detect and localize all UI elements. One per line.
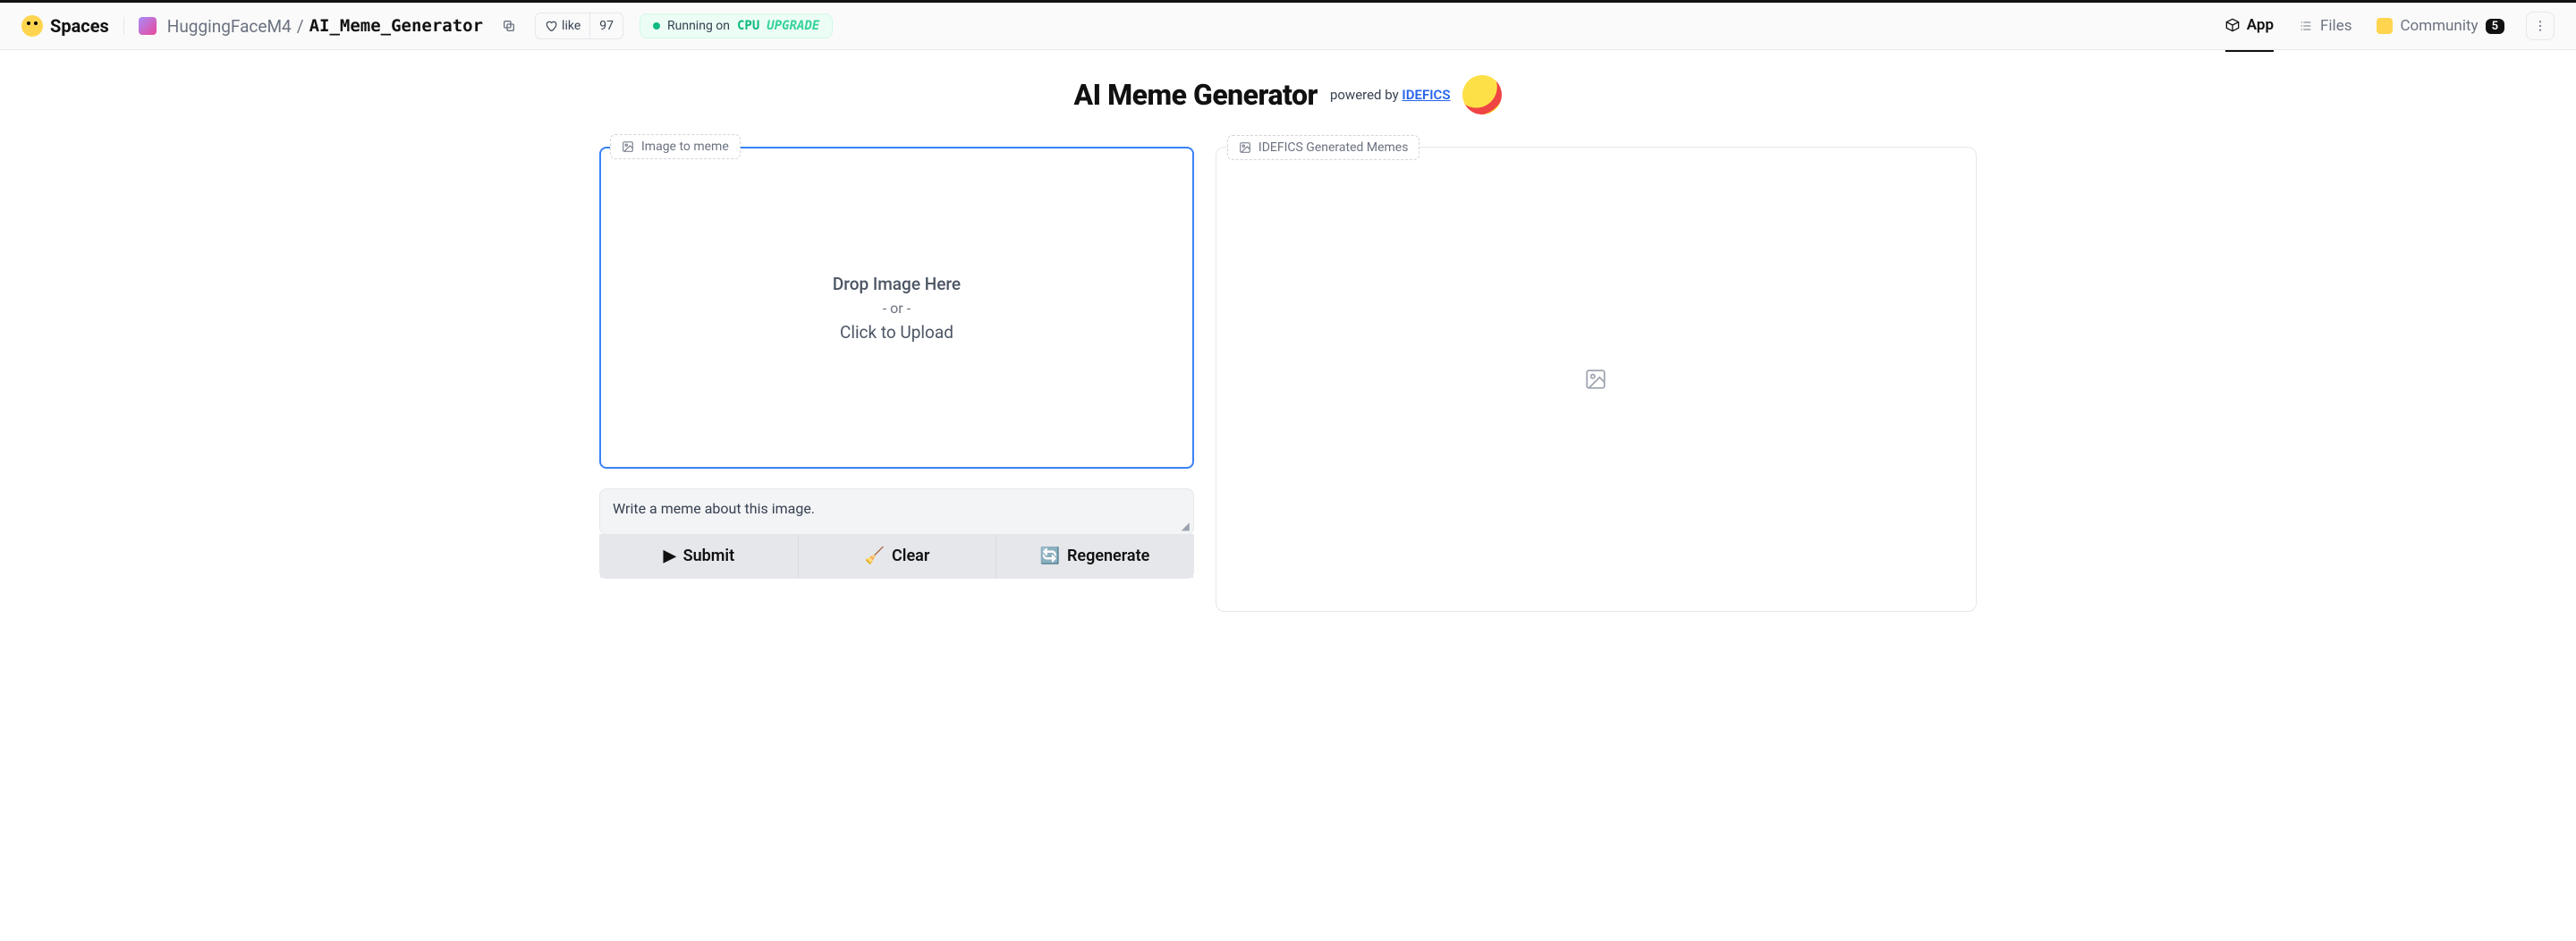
breadcrumb-separator: /	[297, 16, 304, 37]
dropzone-line2: Click to Upload	[833, 322, 961, 343]
output-panel: IDEFICS Generated Memes	[1216, 147, 1977, 612]
dots-vertical-icon	[2533, 19, 2547, 33]
input-panel-label-text: Image to meme	[641, 140, 729, 154]
input-panel: Image to meme Drop Image Here - or - Cli…	[599, 147, 1194, 469]
resize-handle-icon[interactable]: ◢	[1182, 520, 1190, 532]
tab-app-label: App	[2247, 16, 2274, 34]
panels: Image to meme Drop Image Here - or - Cli…	[599, 147, 1977, 612]
dropzone-line1: Drop Image Here	[833, 274, 961, 294]
status-badge[interactable]: Running on CPU UPGRADE	[640, 13, 833, 38]
refresh-icon: 🔄	[1040, 547, 1060, 565]
submit-button[interactable]: ▶ Submit	[600, 534, 798, 578]
heart-icon	[545, 20, 557, 32]
tab-community-label: Community	[2400, 17, 2478, 35]
left-column: Image to meme Drop Image Here - or - Cli…	[599, 147, 1194, 579]
clear-label: Clear	[892, 547, 929, 565]
tab-files-label: Files	[2320, 17, 2351, 35]
tab-community[interactable]: Community 5	[2377, 17, 2504, 51]
play-icon: ▶	[664, 547, 676, 565]
files-icon	[2299, 19, 2313, 33]
hero: AI Meme Generator powered by IDEFICS	[599, 75, 1977, 114]
status-prefix: Running on	[667, 19, 730, 33]
image-dropzone[interactable]: Drop Image Here - or - Click to Upload	[599, 147, 1194, 469]
huggingface-logo-icon	[21, 15, 43, 37]
breadcrumb: HuggingFaceM4 / AI_Meme_Generator	[167, 16, 483, 37]
status-dot-icon	[653, 22, 660, 30]
status-cpu: CPU	[737, 19, 759, 33]
status-upgrade: UPGRADE	[767, 19, 819, 33]
breadcrumb-space-name[interactable]: AI_Meme_Generator	[309, 16, 483, 36]
like-label: like	[562, 19, 580, 33]
more-menu-button[interactable]	[2526, 12, 2555, 40]
like-group: like 97	[535, 13, 623, 39]
like-button[interactable]: like	[536, 13, 589, 38]
breadcrumb-owner[interactable]: HuggingFaceM4	[167, 16, 292, 37]
top-bar: Spaces HuggingFaceM4 / AI_Meme_Generator…	[0, 0, 2576, 50]
tab-app[interactable]: App	[2225, 16, 2274, 52]
output-panel-label-text: IDEFICS Generated Memes	[1258, 140, 1409, 155]
community-icon	[2377, 18, 2393, 34]
clear-button[interactable]: 🧹 Clear	[798, 534, 996, 578]
submit-label: Submit	[683, 547, 735, 565]
broom-icon: 🧹	[865, 547, 885, 565]
dropzone-or: - or -	[833, 300, 961, 317]
prompt-textarea[interactable]: Write a meme about this image. ◢	[599, 488, 1194, 535]
prompt-value: Write a meme about this image.	[613, 500, 815, 517]
spaces-home-link[interactable]: Spaces	[21, 15, 109, 37]
cube-icon	[2225, 18, 2240, 32]
community-count-badge: 5	[2486, 19, 2504, 34]
image-icon	[1239, 141, 1251, 154]
regenerate-label: Regenerate	[1067, 547, 1149, 565]
page-title: AI Meme Generator	[1074, 78, 1318, 112]
owner-avatar-icon[interactable]	[139, 17, 157, 35]
idefics-link[interactable]: IDEFICS	[1402, 87, 1450, 103]
action-button-row: ▶ Submit 🧹 Clear 🔄 Regenerate	[599, 534, 1194, 579]
powered-by-text: powered by	[1330, 87, 1402, 103]
like-count[interactable]: 97	[589, 13, 623, 38]
nav-tabs: App Files Community 5	[2225, 16, 2504, 36]
copy-name-button[interactable]	[499, 16, 519, 36]
input-panel-label: Image to meme	[610, 134, 741, 159]
divider	[123, 17, 124, 35]
powered-by: powered by IDEFICS	[1330, 87, 1451, 103]
copy-icon	[502, 19, 516, 33]
regenerate-button[interactable]: 🔄 Regenerate	[996, 534, 1193, 578]
image-icon	[622, 140, 634, 153]
hero-emoji-icon	[1462, 75, 1502, 114]
spaces-label: Spaces	[50, 15, 109, 37]
app-content: AI Meme Generator powered by IDEFICS Ima…	[564, 50, 2012, 637]
tab-files[interactable]: Files	[2299, 17, 2351, 51]
output-panel-label: IDEFICS Generated Memes	[1227, 135, 1420, 160]
image-placeholder-icon	[1584, 368, 1607, 391]
